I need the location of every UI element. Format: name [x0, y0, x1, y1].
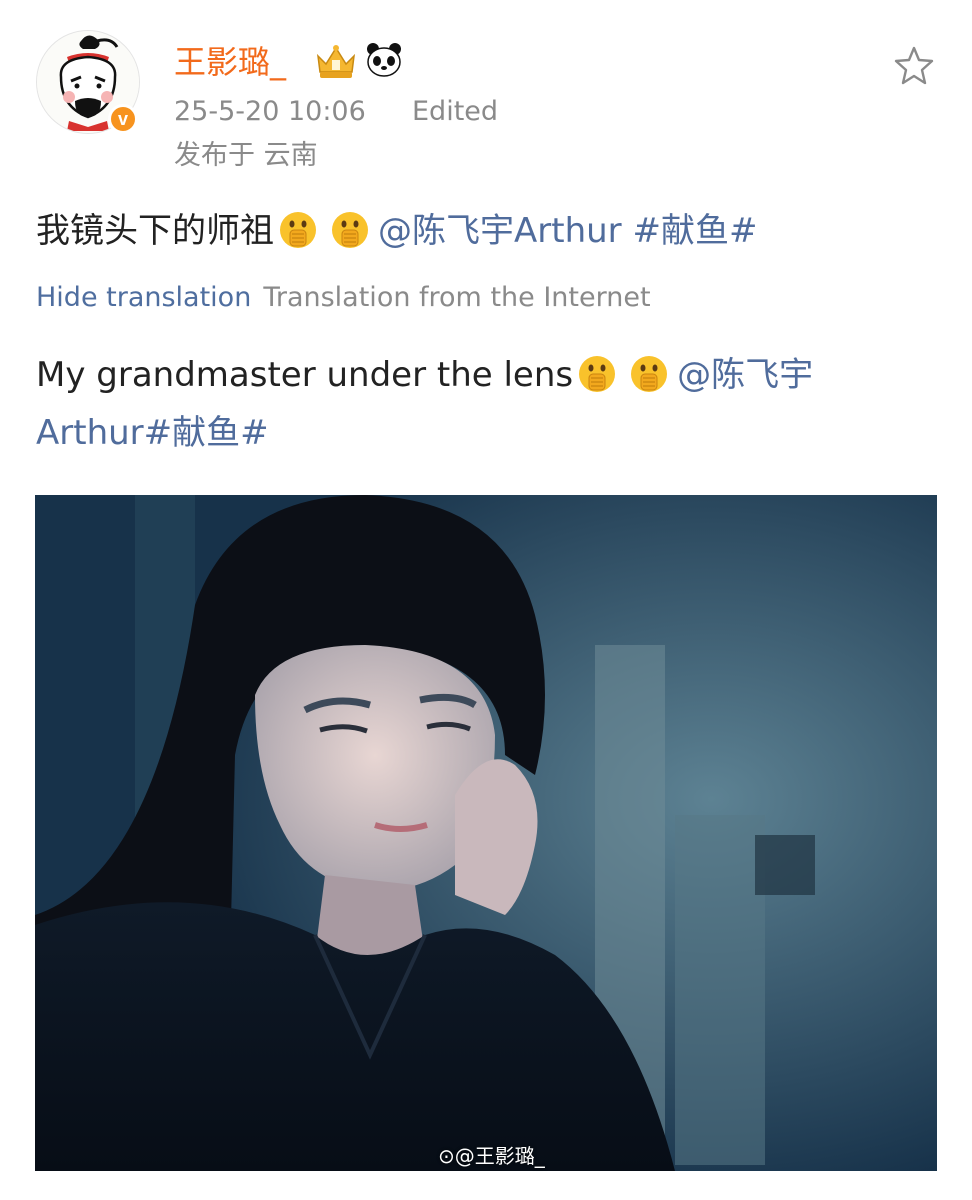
- translation-bar: Hide translation Translation from the Int…: [36, 278, 651, 318]
- hide-translation-button[interactable]: Hide translation: [36, 282, 251, 313]
- verified-badge-icon: v: [108, 104, 138, 134]
- translated-hashtag-link[interactable]: #献鱼#: [144, 413, 269, 453]
- mention-part1: @陈飞宇: [677, 355, 814, 395]
- weibo-logo-icon: ⊙: [438, 1144, 455, 1168]
- post-photo[interactable]: [35, 495, 937, 1171]
- edited-label[interactable]: Edited: [412, 92, 498, 132]
- translation-source-label: Translation from the Internet: [263, 282, 651, 313]
- photo-watermark: ⊙@王影璐_: [438, 1140, 545, 1169]
- mention-link[interactable]: @陈飞宇Arthur: [378, 211, 622, 251]
- watermark-text: @王影璐_: [454, 1144, 545, 1168]
- translated-text: My grandmaster under the lens @陈飞宇 Arthur…: [36, 346, 916, 462]
- shushing-face-emoji-icon: [332, 212, 368, 248]
- hashtag-link[interactable]: #献鱼#: [632, 211, 757, 251]
- mention-part2: Arthur: [36, 413, 144, 453]
- favorite-star-icon[interactable]: [892, 44, 936, 88]
- username[interactable]: 王影璐_: [174, 38, 286, 86]
- post-text-main: 我镜头下的师祖: [36, 211, 274, 251]
- translated-text-main: My grandmaster under the lens: [36, 355, 574, 395]
- panda-badge-icon[interactable]: [364, 40, 404, 80]
- post-text: 我镜头下的师祖 @陈飞宇Arthur #献鱼#: [36, 204, 757, 258]
- post-timestamp: 25-5-20 10:06: [174, 96, 366, 127]
- shushing-face-emoji-icon: [579, 356, 616, 392]
- shushing-face-emoji-icon: [631, 356, 668, 392]
- shushing-face-emoji-icon: [280, 212, 316, 248]
- crown-badge-icon[interactable]: [314, 42, 358, 80]
- post-location: 发布于 云南: [174, 140, 318, 171]
- portrait-photo-icon: [35, 495, 937, 1171]
